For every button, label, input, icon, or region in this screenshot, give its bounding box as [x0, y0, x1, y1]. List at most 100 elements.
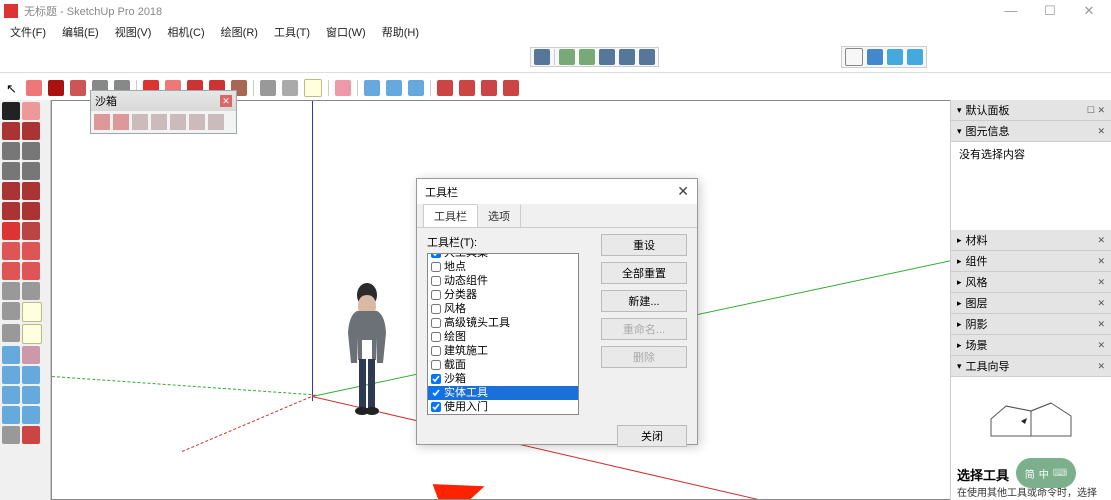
maximize-button[interactable]: ☐ — [1032, 0, 1068, 22]
panel-materials[interactable]: 材料✕ — [951, 230, 1111, 251]
orbit-icon[interactable] — [2, 346, 20, 364]
select-icon[interactable] — [2, 102, 20, 120]
toolbar-item-checkbox[interactable] — [431, 374, 441, 384]
close-button[interactable]: 关闭 — [617, 425, 687, 447]
paint-icon[interactable] — [335, 80, 351, 96]
select-tool-icon[interactable]: ↖ — [6, 81, 20, 95]
walk-icon[interactable] — [2, 426, 20, 444]
panel-close-icon[interactable]: ✕ — [1097, 235, 1105, 246]
menu-file[interactable]: 文件(F) — [4, 22, 52, 42]
dim-icon[interactable] — [22, 282, 40, 300]
sandbox-stamp-icon[interactable] — [151, 114, 167, 130]
toolbar-item-checkbox[interactable] — [431, 332, 441, 342]
rect-icon[interactable] — [2, 142, 20, 160]
default-tray-header[interactable]: 默认面板 ☐ ✕ — [951, 100, 1111, 121]
toolbar-list-item[interactable]: 截面 — [428, 358, 578, 372]
toolbar-list-item[interactable]: 地点 — [428, 260, 578, 274]
delete-button[interactable]: 删除 — [601, 346, 687, 368]
panel-shadows[interactable]: 阴影✕ — [951, 314, 1111, 335]
panel-close-icon[interactable]: ✕ — [1097, 126, 1105, 137]
panel-close-icon[interactable]: ✕ — [1097, 298, 1105, 309]
sandbox-from-contours-icon[interactable] — [94, 114, 110, 130]
zoom-extents-icon[interactable] — [2, 386, 20, 404]
toolbar-list-item[interactable]: 使用入门 — [428, 400, 578, 414]
move-icon[interactable] — [2, 222, 20, 240]
panel-scenes[interactable]: 场景✕ — [951, 335, 1111, 356]
panel-close-icon[interactable]: ✕ — [1097, 319, 1105, 330]
menu-tools[interactable]: 工具(T) — [268, 22, 316, 42]
axes-icon[interactable] — [2, 324, 20, 342]
sandbox-toolbar-title[interactable]: 沙箱 ✕ — [91, 91, 236, 111]
arc-icon[interactable] — [70, 80, 86, 96]
toolbar-list-item[interactable]: 建筑施工 — [428, 344, 578, 358]
section-plane-icon[interactable] — [22, 426, 40, 444]
close-window-button[interactable]: ✕ — [1071, 0, 1107, 22]
sandbox-smoove-icon[interactable] — [132, 114, 148, 130]
toolbar-item-checkbox[interactable] — [431, 346, 441, 356]
panel-styles[interactable]: 风格✕ — [951, 272, 1111, 293]
sandbox-detail-icon[interactable] — [189, 114, 205, 130]
ext-manager-icon[interactable] — [639, 49, 655, 65]
prev-view-icon[interactable] — [22, 386, 40, 404]
panel-layers[interactable]: 图层✕ — [951, 293, 1111, 314]
menu-edit[interactable]: 编辑(E) — [56, 22, 105, 42]
toolbar-listbox[interactable]: Trimble Connect编辑标准仓库大工具集地点动态组件分类器风格高级镜头… — [427, 253, 579, 415]
toolbar-list-item[interactable]: 动态组件 — [428, 274, 578, 288]
section-fill-icon[interactable] — [503, 80, 519, 96]
panel-close-icon[interactable]: ✕ — [1097, 277, 1105, 288]
entity-info-header[interactable]: 图元信息 ✕ — [951, 121, 1111, 142]
panel-close-icon[interactable]: ✕ — [1097, 256, 1105, 267]
menu-draw[interactable]: 绘图(R) — [215, 22, 264, 42]
text-icon[interactable] — [304, 79, 322, 97]
toolbar-list-item[interactable]: 沙箱 — [428, 372, 578, 386]
rotated-rect-icon[interactable] — [22, 142, 40, 160]
protractor-icon[interactable] — [2, 302, 20, 320]
minimize-button[interactable]: — — [993, 0, 1029, 22]
pan-icon[interactable] — [386, 80, 402, 96]
reset-button[interactable]: 重设 — [601, 234, 687, 256]
pushpull-icon[interactable] — [22, 222, 40, 240]
offset-icon[interactable] — [22, 262, 40, 280]
ext-warehouse-icon[interactable] — [619, 49, 635, 65]
toolbar-list-item[interactable]: 实体工具 — [428, 386, 578, 400]
component-share-icon[interactable] — [579, 49, 595, 65]
text-label-icon[interactable] — [22, 302, 42, 322]
outer-shell-icon[interactable] — [845, 48, 863, 66]
union-icon[interactable] — [887, 49, 903, 65]
panel-close-icon[interactable]: ✕ — [1097, 361, 1105, 372]
dialog-close-icon[interactable]: ✕ — [677, 183, 689, 200]
sandbox-flip-icon[interactable] — [208, 114, 224, 130]
toolbar-item-checkbox[interactable] — [431, 262, 441, 272]
line-icon[interactable] — [2, 122, 20, 140]
tab-options[interactable]: 选项 — [477, 204, 521, 227]
section-display-icon[interactable] — [459, 80, 475, 96]
warehouse-icon[interactable] — [534, 49, 550, 65]
eraser-icon[interactable] — [22, 102, 40, 120]
ime-indicator[interactable]: 简 中 ⌨ — [1016, 458, 1076, 488]
3dtext-icon[interactable] — [22, 324, 42, 344]
section-icon[interactable] — [437, 80, 453, 96]
tab-toolbars[interactable]: 工具栏 — [423, 204, 478, 227]
sandbox-drape-icon[interactable] — [170, 114, 186, 130]
instructor-header[interactable]: 工具向导✕ — [951, 356, 1111, 377]
toolbar-item-checkbox[interactable] — [431, 360, 441, 370]
sandbox-toolbar[interactable]: 沙箱 ✕ — [90, 90, 237, 134]
menu-window[interactable]: 窗口(W) — [320, 22, 372, 42]
panel-components[interactable]: 组件✕ — [951, 251, 1111, 272]
toolbar-list-item[interactable]: 高级镜头工具 — [428, 316, 578, 330]
sandbox-close-icon[interactable]: ✕ — [220, 95, 232, 107]
orbit-icon[interactable] — [364, 80, 380, 96]
toolbar-item-checkbox[interactable] — [431, 253, 441, 258]
arc2-icon[interactable] — [22, 182, 40, 200]
sandbox-from-scratch-icon[interactable] — [113, 114, 129, 130]
arc-icon[interactable] — [2, 182, 20, 200]
menu-camera[interactable]: 相机(C) — [161, 22, 210, 42]
rename-button[interactable]: 重命名... — [601, 318, 687, 340]
polygon-icon[interactable] — [22, 162, 40, 180]
dialog-titlebar[interactable]: 工具栏 ✕ — [417, 179, 697, 204]
new-button[interactable]: 新建... — [601, 290, 687, 312]
intersect-icon[interactable] — [867, 49, 883, 65]
toolbar-item-checkbox[interactable] — [431, 304, 441, 314]
menu-help[interactable]: 帮助(H) — [376, 22, 425, 42]
arc3-icon[interactable] — [2, 202, 20, 220]
